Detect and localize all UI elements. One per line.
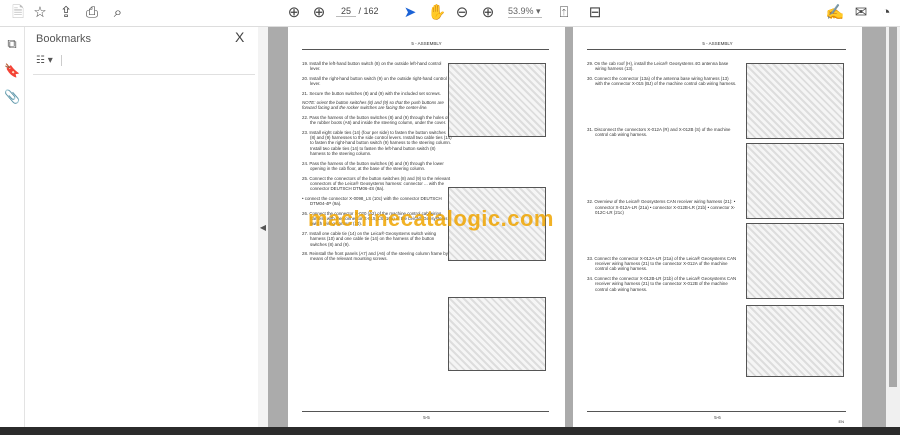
bookmarks-icon[interactable]: 🔖: [4, 63, 20, 79]
step: 34. Connect the connector X-012B-LR (21b…: [587, 275, 737, 292]
page-fit-icon[interactable]: ⍐: [554, 4, 574, 22]
figure-illustration: [746, 305, 844, 377]
side-rail: ⧉ 🔖 📎: [0, 27, 25, 435]
figure-illustration: [746, 143, 844, 219]
page-number-input[interactable]: [336, 6, 356, 17]
note: NOTE: orient the button switches (8) and…: [302, 100, 444, 111]
account-icon[interactable]: ◔: [876, 4, 896, 22]
figure-illustration: [448, 63, 546, 137]
footer-rule: [302, 411, 549, 412]
bookmarks-panel: Bookmarks X ☷ ▾: [25, 27, 258, 435]
page-right: 5 - ASSEMBLY 29. On the cab roof (H), in…: [573, 27, 862, 427]
step: 29. On the cab roof (H), install the Lei…: [587, 61, 729, 72]
step: 30. Connect the connector (13a) of the a…: [587, 75, 737, 87]
step: 25. Connect the connectors of the button…: [302, 175, 451, 192]
select-tool-icon[interactable]: ➤: [400, 4, 420, 22]
header-rule: [302, 49, 549, 50]
figure-illustration: [746, 63, 844, 139]
attachments-icon[interactable]: 📎: [4, 89, 20, 105]
step: 20. Install the right-hand button switch…: [302, 75, 447, 87]
previous-page-button[interactable]: ⊕: [284, 4, 304, 22]
hand-tool-icon[interactable]: ✋: [427, 4, 447, 22]
zoom-out-button[interactable]: ⊖: [452, 4, 472, 22]
bottom-bar: [0, 427, 900, 435]
vertical-scrollbar[interactable]: [886, 27, 900, 427]
collapse-panel-handle[interactable]: ◀: [258, 27, 268, 427]
language-code: EN: [838, 419, 844, 424]
step: 21. Secure the button switches (8) and (…: [302, 90, 441, 96]
page-number: 5-5: [423, 415, 430, 420]
pages-thumbnail-icon[interactable]: ⧉: [4, 36, 20, 52]
page-header: 5 - ASSEMBLY: [411, 41, 442, 46]
bookmark-star-icon[interactable]: ☆: [30, 4, 50, 22]
close-panel-button[interactable]: X: [235, 29, 244, 45]
email-icon[interactable]: ✉: [851, 4, 871, 22]
divider: [33, 74, 255, 75]
step: 31. Disconnect the connectors X-012A (R)…: [587, 126, 731, 138]
step: 32. Overview of the Leica® Geosystems CA…: [587, 199, 736, 216]
step: 24. Pass the harness of the button switc…: [302, 160, 444, 172]
page-total: / 162: [358, 6, 379, 16]
print-icon[interactable]: ⎙: [82, 4, 102, 22]
zoom-in-button[interactable]: ⊕: [478, 4, 498, 22]
scroll-mode-icon[interactable]: ⊟: [585, 4, 605, 22]
step: 27. Install one cable tie (14) on the Le…: [302, 230, 437, 247]
step: 33. Connect the connector X-012A-LR (21a…: [587, 255, 737, 272]
step: 28. Reinstall the front panels (A7) and …: [302, 250, 448, 262]
page-header: 5 - ASSEMBLY: [702, 41, 733, 46]
footer-rule: [587, 411, 846, 412]
save-icon[interactable]: 🗎: [8, 4, 28, 22]
step: 23. Install eight cable ties (14) (four …: [302, 129, 452, 157]
page-number: 5-6: [714, 415, 721, 420]
figure-illustration: [746, 223, 844, 299]
toolbar: 🗎 ☆ ⇪ ⎙ ⌕ ⊕ ⊕ / 162 ➤ ✋ ⊖ ⊕ 53.9% ▾ ⍐ ⊟ …: [0, 0, 900, 27]
scrollbar-thumb[interactable]: [889, 27, 897, 387]
step: • connect the connector X-0098_LS (10c) …: [302, 195, 442, 207]
search-icon[interactable]: ⌕: [108, 4, 128, 22]
watermark: machinecatalogic.com: [308, 206, 554, 231]
steps-list: 29. On the cab roof (H), install the Lei…: [587, 61, 737, 296]
cloud-upload-icon[interactable]: ⇪: [56, 4, 76, 22]
steps-list: 19. Install the left-hand button switch …: [302, 61, 452, 266]
next-page-button[interactable]: ⊕: [309, 4, 329, 22]
sign-icon[interactable]: ✍: [825, 4, 845, 22]
bookmarks-title: Bookmarks: [36, 33, 92, 45]
step: 22. Pass the harness of the button switc…: [302, 114, 449, 126]
step: 19. Install the left-hand button switch …: [302, 61, 442, 72]
zoom-select[interactable]: 53.9% ▾: [508, 6, 542, 18]
bookmark-options-button[interactable]: ☷ ▾: [36, 55, 62, 66]
header-rule: [587, 49, 846, 50]
page-indicator: / 162: [336, 6, 379, 17]
figure-illustration: [448, 297, 546, 371]
